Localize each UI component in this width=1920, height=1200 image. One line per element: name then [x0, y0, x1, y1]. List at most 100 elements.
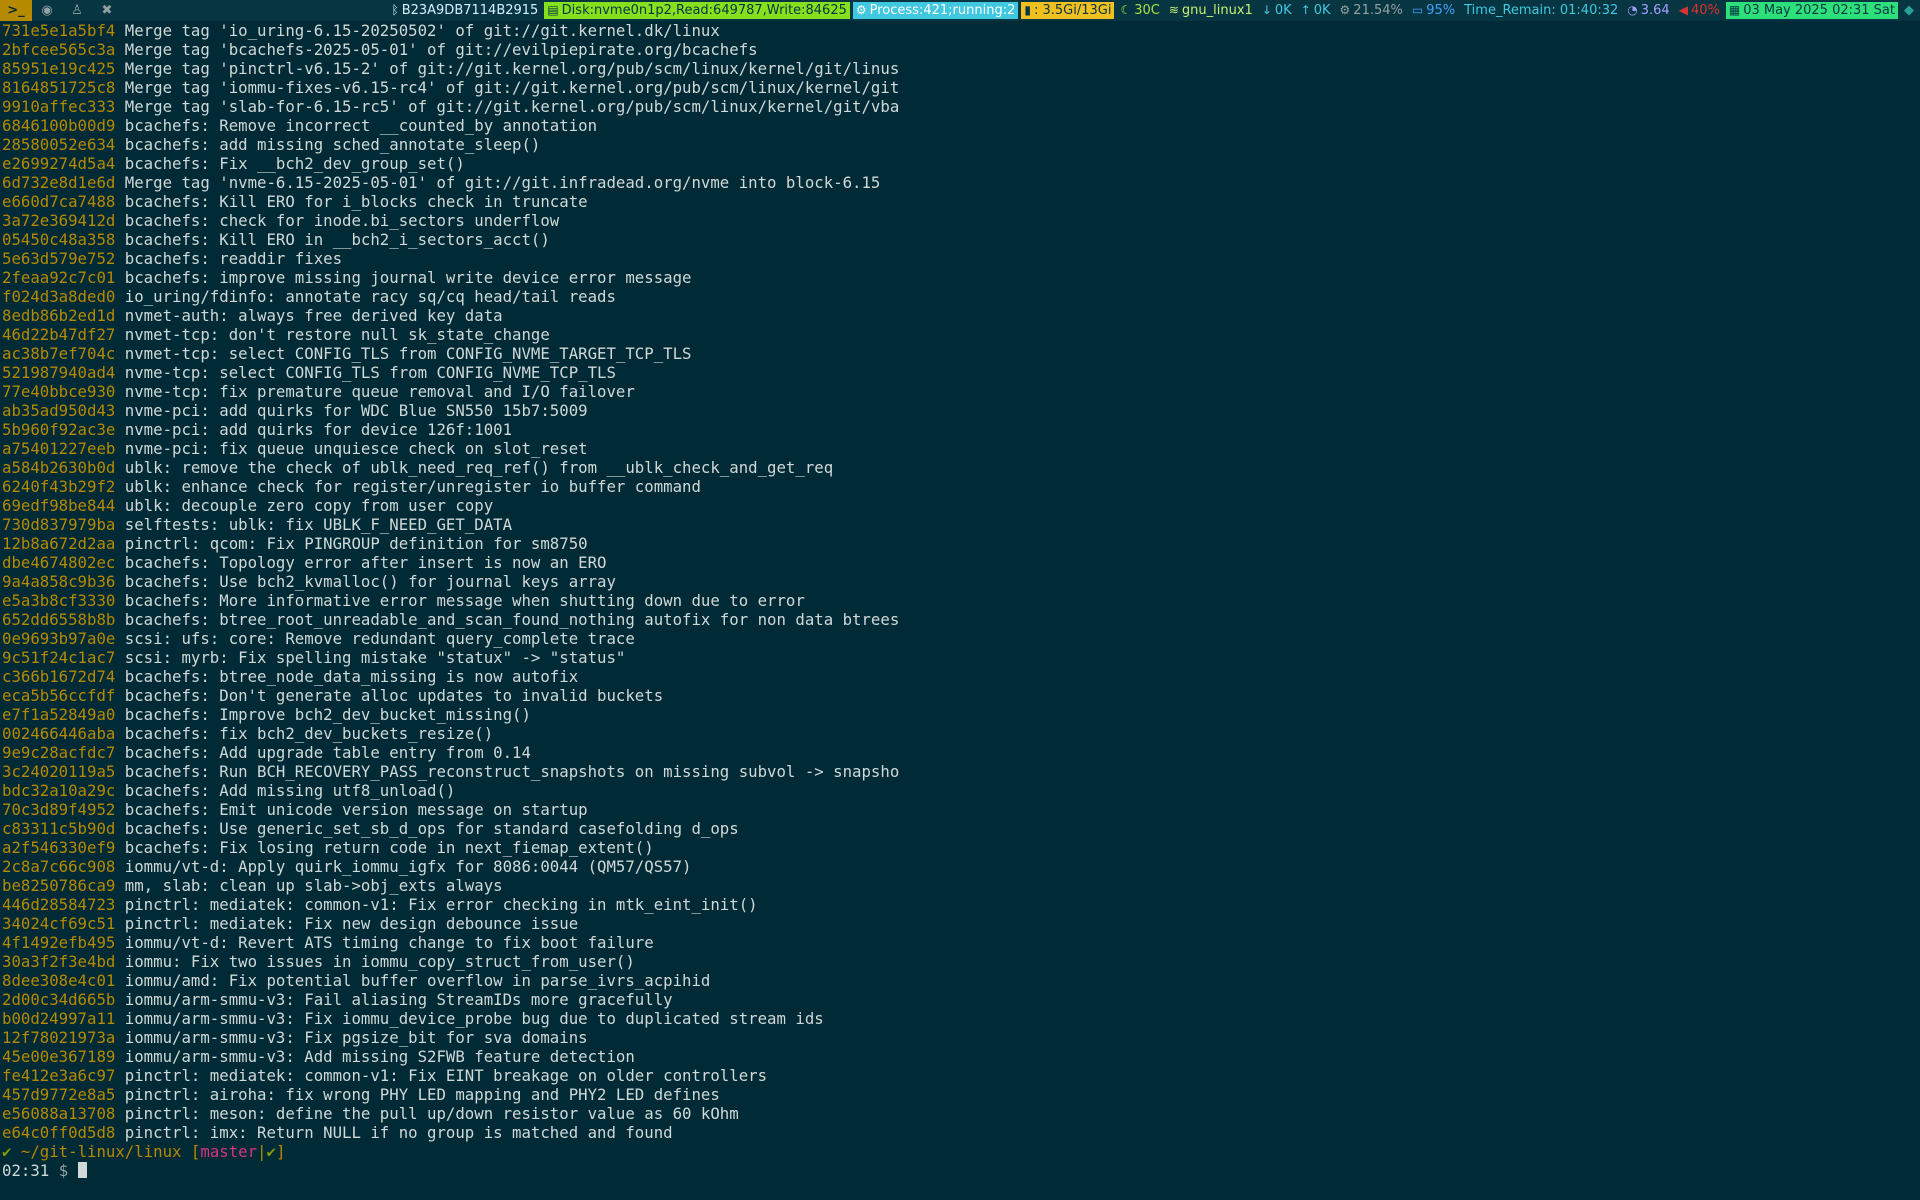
log-line: bdc32a10a29c bcachefs: Add missing utf8_…	[2, 781, 1918, 800]
commit-message: iommu/arm-smmu-v3: Add missing S2FWB fea…	[124, 1047, 635, 1066]
commit-message: nvme-pci: add quirks for WDC Blue SN550 …	[124, 401, 588, 420]
commit-hash: 457d9772e8a5	[2, 1085, 116, 1104]
commit-message: bcachefs: improve missing journal write …	[124, 268, 692, 287]
wifi-status[interactable]: ≋ gnu_linux1	[1166, 2, 1256, 19]
commit-hash: e2699274d5a4	[2, 154, 116, 173]
log-line: f024d3a8ded0 io_uring/fdinfo: annotate r…	[2, 287, 1918, 306]
log-line: a75401227eeb nvme-pci: fix queue unquies…	[2, 439, 1918, 458]
log-line: ac38b7ef704c nvmet-tcp: select CONFIG_TL…	[2, 344, 1918, 363]
log-line: 12b8a672d2aa pinctrl: qcom: Fix PINGROUP…	[2, 534, 1918, 553]
date-label: 03 May 2025 02:31 Sat	[1743, 3, 1895, 18]
log-line: 6d732e8d1e6d Merge tag 'nvme-6.15-2025-0…	[2, 173, 1918, 192]
log-line: 3a72e369412d bcachefs: check for inode.b…	[2, 211, 1918, 230]
net-up-status[interactable]: ↑ 0K	[1298, 2, 1334, 19]
commit-message: selftests: ublk: fix UBLK_F_NEED_GET_DAT…	[124, 515, 513, 534]
log-line: 12f78021973a iommu/arm-smmu-v3: Fix pgsi…	[2, 1028, 1918, 1047]
log-line: 6240f43b29f2 ublk: enhance check for reg…	[2, 477, 1918, 496]
firefox-icon[interactable]: ◉	[32, 0, 62, 21]
battery-icon: ▭	[1411, 3, 1424, 17]
commit-hash: e5a3b8cf3330	[2, 591, 116, 610]
commit-message: pinctrl: imx: Return NULL if no group is…	[124, 1123, 673, 1142]
commit-hash: c83311c5b90d	[2, 819, 116, 838]
battery-label: 95%	[1426, 3, 1456, 18]
commit-hash: 12b8a672d2aa	[2, 534, 116, 553]
disk-status[interactable]: ▤ Disk:nvme0n1p2,Read:649787,Write:84625	[544, 2, 850, 19]
terminal-output[interactable]: 731e5e1a5bf4 Merge tag 'io_uring-6.15-20…	[2, 21, 1918, 1180]
moon-icon: ☾	[1120, 3, 1132, 17]
log-line: 70c3d89f4952 bcachefs: Emit unicode vers…	[2, 800, 1918, 819]
tools-icon[interactable]: ✖	[92, 0, 122, 21]
speaker-icon: ◀	[1678, 3, 1688, 17]
load-label: 3.64	[1640, 3, 1670, 18]
commit-message: iommu/vt-d: Revert ATS timing change to …	[124, 933, 654, 952]
log-line: e660d7ca7488 bcachefs: Kill ERO for i_bl…	[2, 192, 1918, 211]
time-remain-status[interactable]: Time_Remain: 01:40:32	[1461, 2, 1621, 19]
log-line: 9a4a858c9b36 bcachefs: Use bch2_kvmalloc…	[2, 572, 1918, 591]
net-down-status[interactable]: ↓ 0K	[1259, 2, 1295, 19]
volume-status[interactable]: ◀ 40%	[1676, 2, 1723, 19]
bluetooth-label: B23A9DB7114B2915	[401, 3, 539, 18]
commit-message: nvmet-auth: always free derived key data	[124, 306, 503, 325]
commit-message: iommu/amd: Fix potential buffer overflow…	[124, 971, 711, 990]
memory-chart-icon: ▮	[1024, 3, 1031, 17]
log-line: 30a3f2f3e4bd iommu: Fix two issues in io…	[2, 952, 1918, 971]
load-status[interactable]: ◔ 3.64	[1624, 2, 1672, 19]
log-line: 3c24020119a5 bcachefs: Run BCH_RECOVERY_…	[2, 762, 1918, 781]
log-line: 730d837979ba selftests: ublk: fix UBLK_F…	[2, 515, 1918, 534]
log-line: 457d9772e8a5 pinctrl: airoha: fix wrong …	[2, 1085, 1918, 1104]
commit-hash: 4f1492efb495	[2, 933, 116, 952]
prompt-status-line: ✔ ~/git-linux/linux [master|✔]	[2, 1142, 1918, 1161]
wifi-icon: ≋	[1168, 3, 1179, 17]
cpu-status[interactable]: ⚙ 21.54%	[1337, 2, 1406, 19]
tray-app-icon[interactable]: ◆	[1901, 2, 1917, 19]
bluetooth-status[interactable]: ᛒ B23A9DB7114B2915	[388, 2, 541, 19]
log-line: 69edf98be844 ublk: decouple zero copy fr…	[2, 496, 1918, 515]
terminal-icon[interactable]: >_	[0, 0, 32, 21]
log-line: 2feaa92c7c01 bcachefs: improve missing j…	[2, 268, 1918, 287]
log-line: e7f1a52849a0 bcachefs: Improve bch2_dev_…	[2, 705, 1918, 724]
log-line: fe412e3a6c97 pinctrl: mediatek: common-v…	[2, 1066, 1918, 1085]
wifi-label: gnu_linux1	[1181, 3, 1253, 18]
text-cursor[interactable]	[77, 1162, 87, 1178]
commit-message: pinctrl: mediatek: Fix new design deboun…	[124, 914, 579, 933]
linux-icon[interactable]: ♙	[62, 0, 92, 21]
process-status[interactable]: ⚙ Process:421;running:2	[852, 2, 1019, 19]
cpu-gear-icon: ⚙	[1339, 3, 1351, 17]
commit-hash: e7f1a52849a0	[2, 705, 116, 724]
prompt-input-line[interactable]: 02:31 $	[2, 1161, 1918, 1180]
log-line: 28580052e634 bcachefs: add missing sched…	[2, 135, 1918, 154]
commit-hash: 34024cf69c51	[2, 914, 116, 933]
commit-message: nvme-tcp: fix premature queue removal an…	[124, 382, 635, 401]
commit-message: iommu/arm-smmu-v3: Fail aliasing StreamI…	[124, 990, 673, 1009]
commit-hash: 46d22b47df27	[2, 325, 116, 344]
date-status[interactable]: ▦ 03 May 2025 02:31 Sat	[1725, 2, 1898, 19]
commit-hash: 85951e19c425	[2, 59, 116, 78]
prompt-separator: |	[257, 1142, 267, 1161]
commit-hash: 652dd6558b8b	[2, 610, 116, 629]
temperature-status[interactable]: ☾ 30C	[1117, 2, 1162, 19]
commit-hash: 3a72e369412d	[2, 211, 116, 230]
commit-hash: 6846100b00d9	[2, 116, 116, 135]
log-line: 45e00e367189 iommu/arm-smmu-v3: Add miss…	[2, 1047, 1918, 1066]
memory-status[interactable]: ▮ : 3.5Gi/13Gi	[1021, 2, 1115, 19]
commit-hash: 2d00c34d665b	[2, 990, 116, 1009]
commit-hash: a2f546330ef9	[2, 838, 116, 857]
commit-hash: 70c3d89f4952	[2, 800, 116, 819]
battery-status[interactable]: ▭ 95%	[1409, 2, 1458, 19]
log-line: 46d22b47df27 nvmet-tcp: don't restore nu…	[2, 325, 1918, 344]
commit-message: bcachefs: Use bch2_kvmalloc() for journa…	[124, 572, 616, 591]
commit-message: bcachefs: Fix __bch2_dev_group_set()	[124, 154, 465, 173]
commit-message: nvme-pci: add quirks for device 126f:100…	[124, 420, 513, 439]
log-line: e5a3b8cf3330 bcachefs: More informative …	[2, 591, 1918, 610]
commit-message: ublk: enhance check for register/unregis…	[124, 477, 701, 496]
log-line: 446d28584723 pinctrl: mediatek: common-v…	[2, 895, 1918, 914]
log-line: eca5b56ccfdf bcachefs: Don't generate al…	[2, 686, 1918, 705]
calendar-icon: ▦	[1728, 3, 1741, 17]
commit-message: Merge tag 'bcachefs-2025-05-01' of git:/…	[124, 40, 758, 59]
commit-hash: 8dee308e4c01	[2, 971, 116, 990]
log-line: 5e63d579e752 bcachefs: readdir fixes	[2, 249, 1918, 268]
process-label: Process:421;running:2	[869, 3, 1016, 18]
commit-message: scsi: myrb: Fix spelling mistake "statux…	[124, 648, 626, 667]
arrow-down-icon: ↓	[1261, 3, 1272, 17]
commit-message: io_uring/fdinfo: annotate racy sq/cq hea…	[124, 287, 616, 306]
